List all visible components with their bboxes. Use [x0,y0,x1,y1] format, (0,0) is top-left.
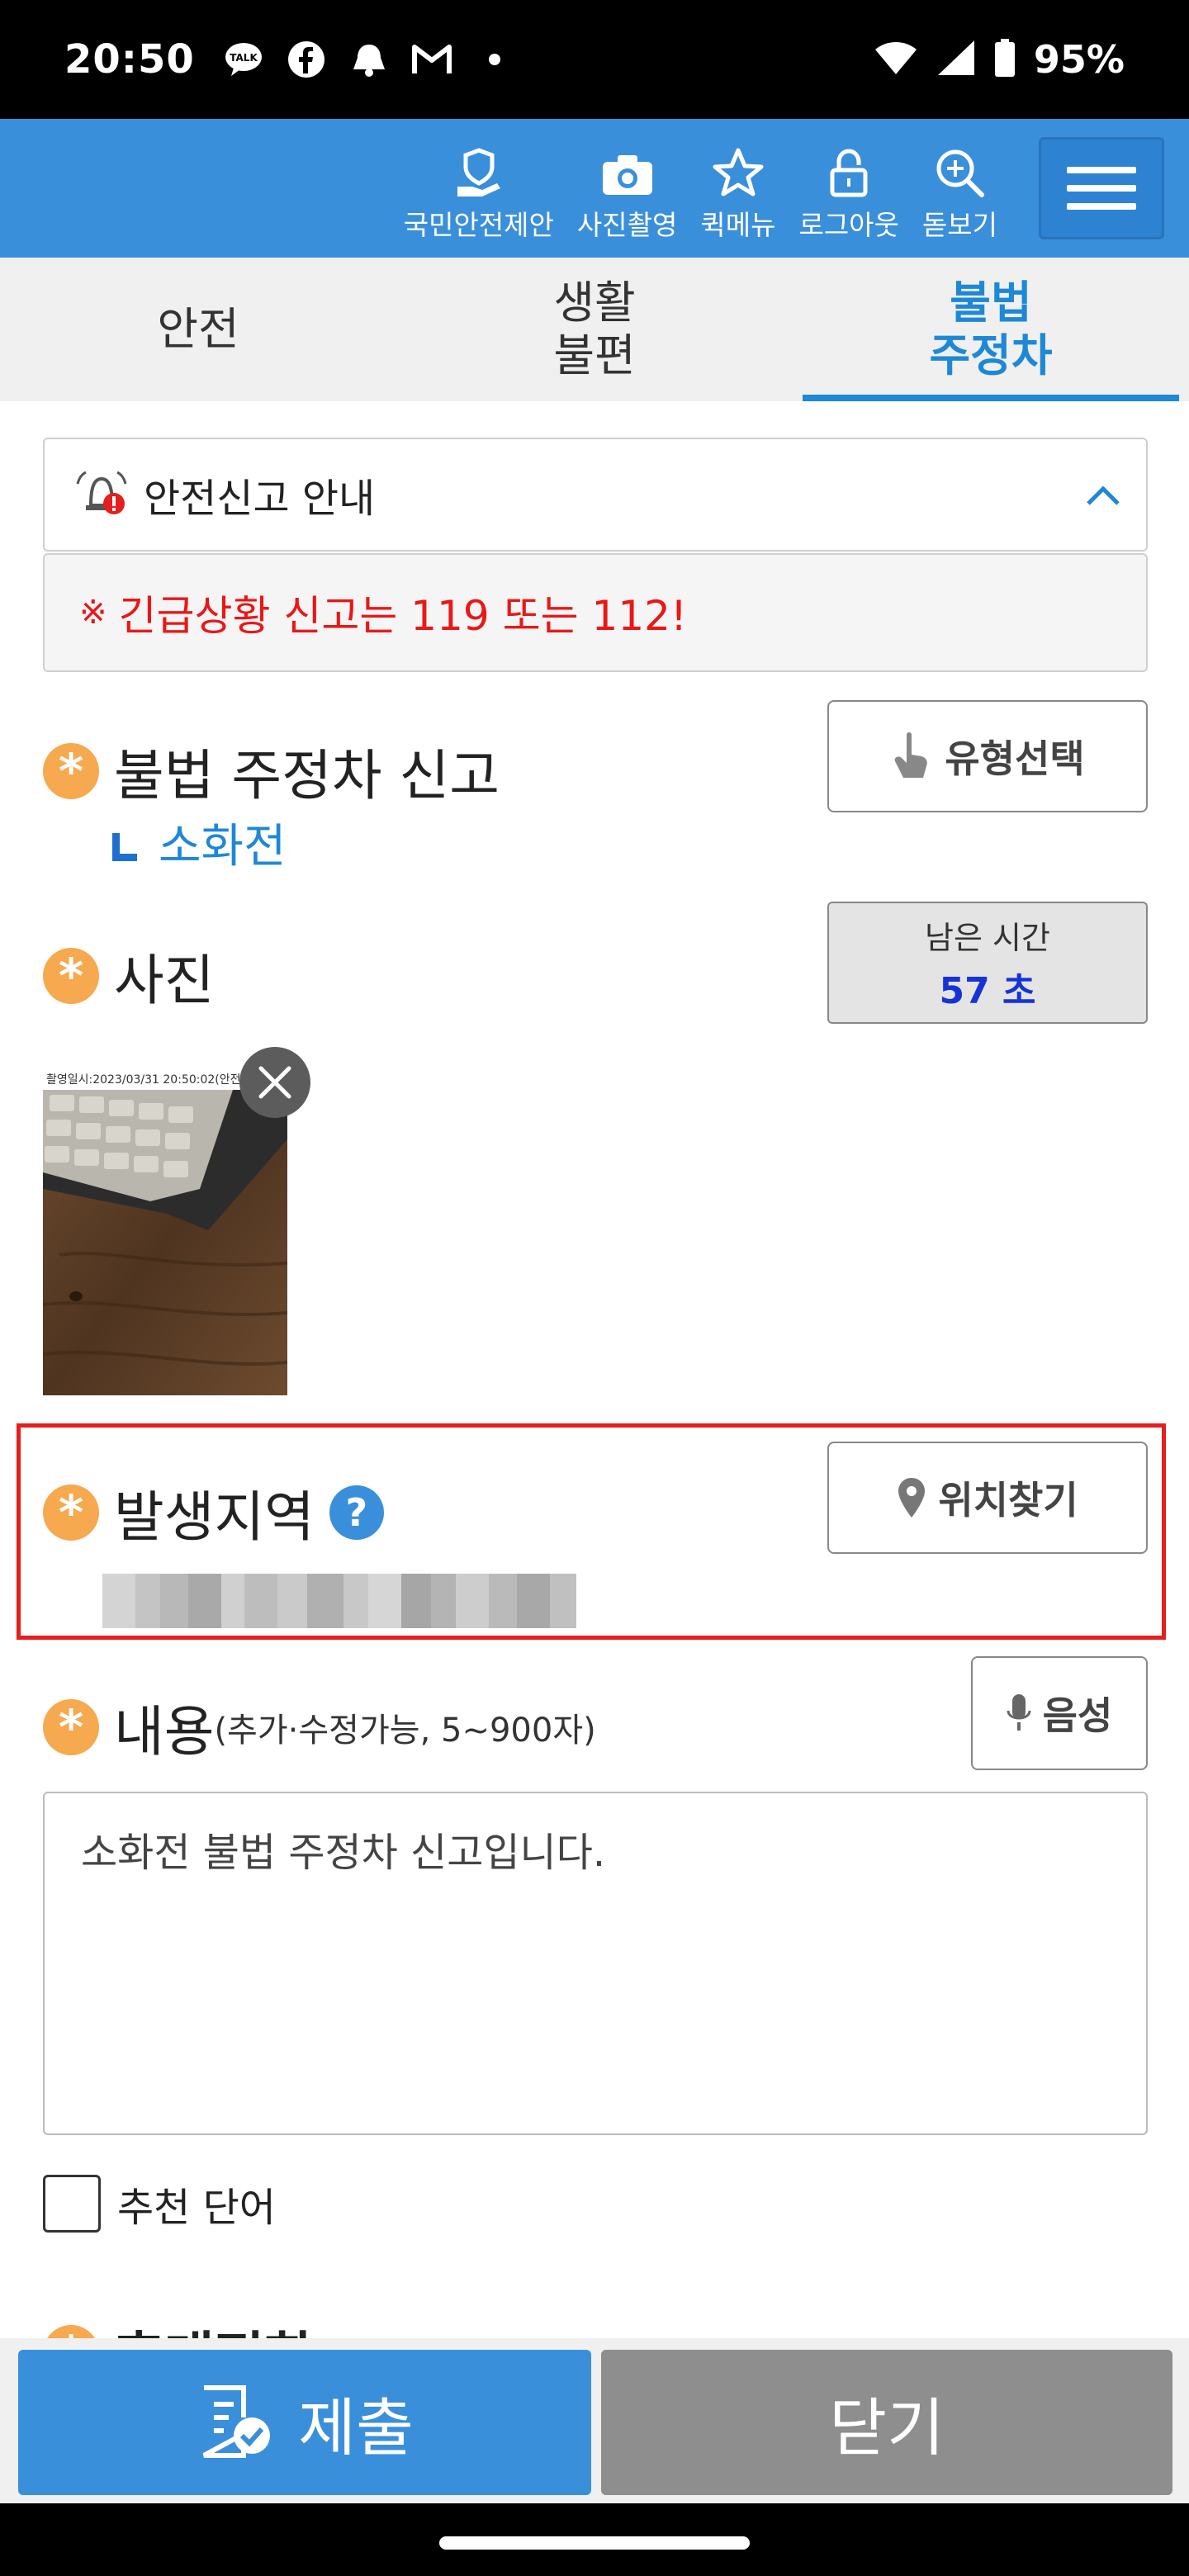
close-label: 닫기 [829,2391,945,2465]
tab-illegal-parking[interactable]: 불법 주정차 [793,258,1189,401]
svg-text:TALK: TALK [230,52,258,64]
close-icon [258,1066,291,1099]
header-button-label: 돋보기 [921,209,997,241]
voice-label: 음성 [1042,1693,1113,1738]
content-hint: (추가·수정가능, 5~900자) [214,1712,596,1750]
touch-hand-icon [894,732,928,778]
status-time: 20:50 [64,36,195,83]
photo-thumbnail[interactable]: 촬영일시:2023/03/31 20:50:02(안전신문고 [43,1070,287,1395]
category-tabs: 안전 생활 불편 불법 주정차 [0,258,1189,401]
alarm-bell-icon [76,471,127,514]
photo-section-title: * 사진 [43,936,214,1016]
wifi-icon [874,40,918,79]
submit-label: 제출 [298,2391,414,2465]
selected-type-value: 소화전 [159,820,287,874]
bell-app-icon [348,39,390,80]
header-button-logout[interactable]: 로그아웃 [787,147,910,258]
battery-level: 95% [1033,37,1125,82]
find-location-button[interactable]: 위치찾기 [827,1442,1148,1554]
battery-icon [994,39,1016,80]
document-check-icon [202,2385,271,2458]
microphone-icon [1007,1694,1031,1731]
zoom-in-icon [936,149,985,197]
sub-item-marker-icon [112,832,137,861]
header-button-safety-proposal[interactable]: 국민안전제안 [392,147,566,258]
content-label: 내용 [114,1700,215,1764]
selected-report-type: 소화전 [112,809,287,876]
recommend-words-label: 추천 단어 [117,2185,276,2231]
header-button-label: 국민안전제안 [403,209,554,241]
header-button-label: 사진촬영 [576,209,678,241]
content-section-title: * 내용 (추가·수정가능, 5~900자) [43,1688,596,1767]
signal-icon [936,39,976,80]
checkbox-box[interactable] [43,2175,101,2233]
safety-notice-header[interactable]: 안전신고 안내 [43,438,1148,552]
location-section-title: * 발생지역 ? [43,1473,384,1552]
chevron-up-icon[interactable] [1085,482,1121,507]
remaining-time-label: 남은 시간 [925,919,1050,956]
star-icon [713,148,764,197]
hamburger-icon [1067,167,1136,173]
hamburger-menu-button[interactable] [1039,137,1164,239]
select-type-button[interactable]: 유형선택 [827,700,1148,812]
report-type-label: 불법 주정차 신고 [114,744,500,807]
photo-label: 사진 [114,949,215,1012]
required-mark-icon: * [43,1485,99,1541]
status-bar: 20:50 TALK 95% [0,0,1189,119]
header-button-label: 로그아웃 [798,209,899,241]
header-button-label: 퀵메뉴 [700,209,776,241]
address-redacted [102,1574,576,1628]
app-header: 국민안전제안 사진촬영 퀵메뉴 로그아웃 돋보기 [0,119,1189,258]
report-type-section-title: * 불법 주정차 신고 [43,732,500,811]
hand-shield-icon [457,148,500,197]
tab-living-inconvenience[interactable]: 생활 불편 [396,258,793,401]
header-button-camera[interactable]: 사진촬영 [566,150,689,258]
voice-input-button[interactable]: 음성 [971,1656,1148,1770]
required-mark-icon: * [43,1699,99,1755]
map-pin-icon [898,1478,926,1518]
submit-button[interactable]: 제출 [18,2350,591,2495]
select-type-label: 유형선택 [945,736,1085,781]
header-button-magnifier[interactable]: 돋보기 [911,147,1009,258]
camera-icon [602,155,652,195]
keyboard-desk-photo [43,1090,287,1395]
remaining-time-value: 57 초 [939,969,1036,1012]
header-button-quick-menu[interactable]: 퀵메뉴 [689,147,787,258]
gmail-icon [411,39,452,80]
home-gesture-pill[interactable] [439,2536,750,2550]
emergency-notice: ※ 긴급상황 신고는 119 또는 112! [43,553,1148,672]
recommend-words-checkbox[interactable]: 추천 단어 [43,2175,276,2233]
required-mark-icon: * [43,948,99,1004]
notice-body-text: 긴급상황 신고는 119 또는 112! [118,592,688,640]
find-location-label: 위치찾기 [938,1478,1078,1522]
notice-title: 안전신고 안내 [144,476,376,522]
tab-safety[interactable]: 안전 [0,258,396,401]
remove-photo-button[interactable] [239,1047,310,1118]
unlock-icon [830,149,868,197]
kakaotalk-icon: TALK [223,39,264,80]
help-icon[interactable]: ? [329,1485,384,1540]
required-mark-icon: * [43,743,99,799]
notice-mark: ※ [79,594,107,632]
location-label: 발생지역 [114,1485,315,1549]
facebook-icon [286,39,327,80]
content-textarea[interactable]: 소화전 불법 주정차 신고입니다. [43,1792,1148,2135]
close-button[interactable]: 닫기 [601,2350,1172,2495]
remaining-time-box: 남은 시간 57 초 [827,902,1148,1024]
dot-icon [474,39,515,80]
